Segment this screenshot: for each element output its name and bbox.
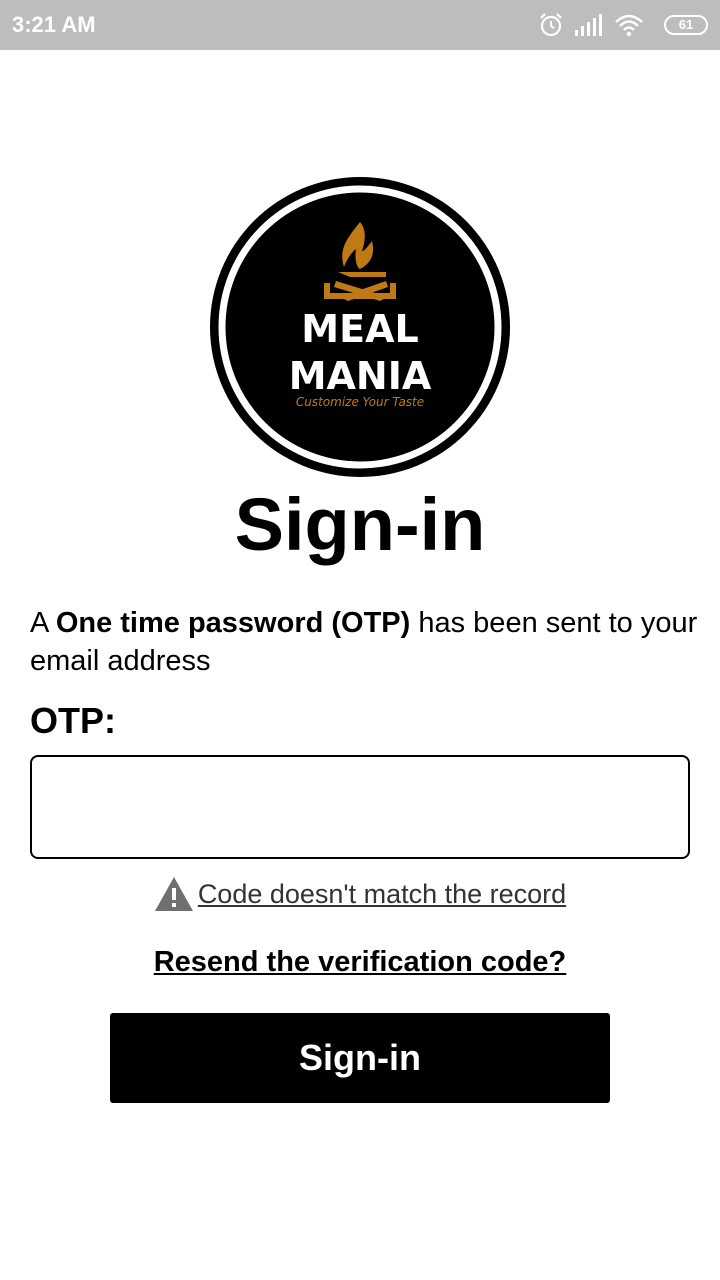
battery-icon: 61 (664, 15, 708, 35)
logo-line1: MEAL (301, 307, 418, 351)
message-prefix: A (30, 607, 56, 639)
status-bar: 3:21 AM 61 (0, 0, 720, 50)
message-bold: One time password (OTP) (55, 607, 411, 639)
status-icons: 61 (538, 12, 708, 40)
logo-tagline: Customize Your Taste (296, 395, 424, 409)
page-title: Sign-in (234, 483, 486, 566)
meal-mania-logo: MEAL MANIA Customize Your Taste (210, 177, 510, 477)
warning-icon (154, 877, 193, 911)
logo-line2: MANIA (289, 354, 432, 398)
error-message: Code doesn't match the record (0, 874, 720, 914)
otp-sent-message: A One time password (OTP) has been sent … (30, 604, 700, 680)
resend-code-link[interactable]: Resend the verification code? (0, 946, 720, 979)
wifi-icon (615, 14, 643, 37)
error-text: Code doesn't match the record (197, 878, 567, 909)
otp-input[interactable] (30, 755, 690, 859)
sign-in-button[interactable]: Sign-in (110, 1013, 610, 1103)
alarm-icon (540, 13, 562, 37)
signal-icon (575, 14, 602, 36)
otp-label: OTP: (30, 700, 116, 741)
status-time: 3:21 AM (12, 12, 96, 37)
